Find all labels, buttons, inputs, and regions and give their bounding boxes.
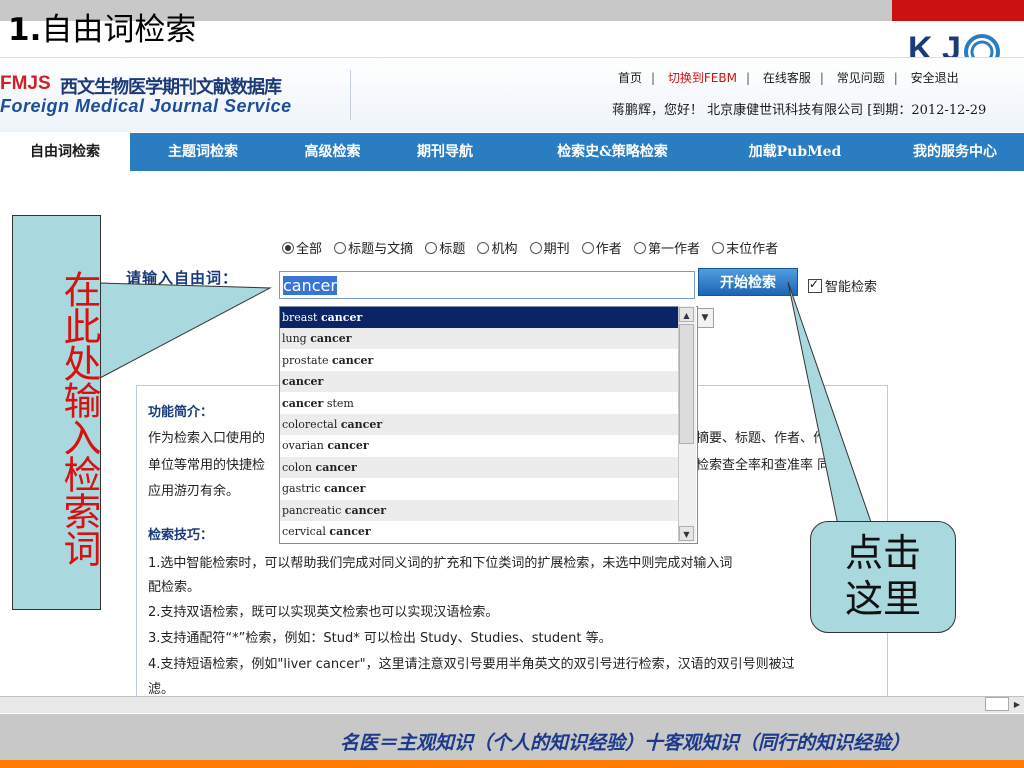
callout-left-text: 在此处输入检索词: [57, 270, 101, 566]
scroll-right-icon[interactable]: ▶: [1010, 697, 1024, 712]
footer-accent-bar: [0, 760, 1024, 768]
callout-pointers: [99, 281, 873, 526]
callout-right-text: 点击 这里: [844, 531, 921, 621]
horizontal-scrollbar[interactable]: [0, 696, 1024, 713]
scrollbar-thumb[interactable]: [985, 697, 1009, 711]
footer-quote: 名医＝主观知识（个人的知识经验）十客观知识（同行的知识经验）: [340, 732, 911, 754]
